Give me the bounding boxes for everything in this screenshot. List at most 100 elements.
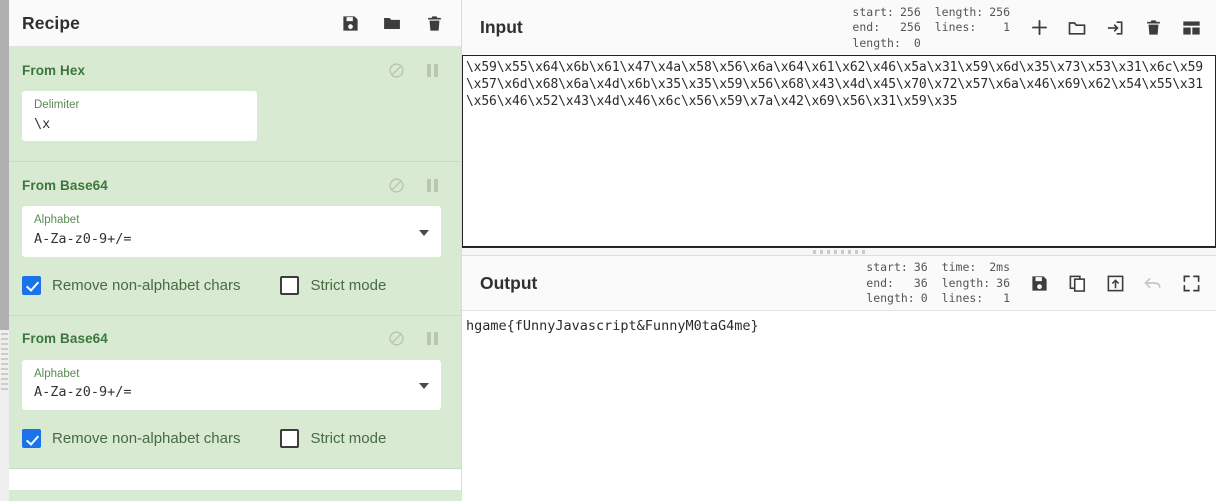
operation-title: From Base64 [22,331,108,347]
input-toolbar [1028,17,1202,39]
stat-key: length: [852,35,901,50]
stat-key: end: [852,20,881,35]
breakpoint-pause-icon[interactable] [423,61,441,79]
input-document-stats: length: 256 lines: 1 [935,5,1010,36]
input-editor-scroll[interactable]: \x59\x55\x64\x6b\x61\x47\x4a\x58\x56\x6a… [463,56,1215,246]
output-toolbar [1028,272,1202,294]
operation-title: From Base64 [22,177,108,193]
replace-input-icon[interactable] [1104,272,1126,294]
operation-controls [387,176,441,194]
operation-header: From Hex [22,61,441,79]
recipe-header: Recipe [0,0,461,47]
input-editor[interactable]: \x59\x55\x64\x6b\x61\x47\x4a\x58\x56\x6a… [462,55,1216,247]
stat-key: lines: [941,291,984,306]
stat-value: 256 [989,4,1010,19]
checkbox-strict-mode[interactable]: Strict mode [280,275,387,295]
operation-argument-alphabet[interactable]: Alphabet A-Za-z0-9+/= [22,359,441,411]
save-output-icon[interactable] [1028,272,1050,294]
stat-value: 256 [899,4,921,19]
stat-row: length: 0 [852,36,920,52]
open-folder-icon[interactable] [1066,17,1088,39]
checkbox-box[interactable] [280,429,300,449]
recipe-operation[interactable]: From Hex Delimiter \x [0,47,461,163]
operation-title: From Hex [22,62,86,78]
stat-value: 0 [920,291,928,306]
recipe-scrollbar-thumb[interactable] [0,0,9,330]
stat-value: 0 [913,35,921,50]
stat-row: end: 36 [866,276,927,292]
checkbox-label: Remove non-alphabet chars [52,276,241,294]
stat-key: length: [941,275,991,290]
input-text[interactable]: \x59\x55\x64\x6b\x61\x47\x4a\x58\x56\x6a… [463,56,1215,113]
load-recipe-icon[interactable] [381,12,403,34]
stat-value: 36 [913,260,928,275]
stat-row: lines: 1 [935,20,1010,36]
disable-operation-icon[interactable] [387,176,405,194]
operation-header: From Base64 [22,330,441,348]
output-document-stats: time: 2ms length: 36 lines: 1 [942,260,1010,307]
checkbox-label: Strict mode [310,430,387,448]
argument-label: Alphabet [34,214,80,227]
checkbox-remove-non-alphabet-chars[interactable]: Remove non-alphabet chars [22,275,241,295]
undo-icon[interactable] [1142,272,1164,294]
splitter-grip[interactable] [813,249,865,254]
chevron-down-icon[interactable] [419,229,429,236]
checkbox-box[interactable] [22,275,41,295]
stat-key: lines: [934,20,977,35]
stat-row: end: 256 [852,20,920,36]
breakpoint-pause-icon[interactable] [423,176,441,194]
input-status: start: 256 end: 256 length: 0 length: 25… [852,4,1010,52]
disable-operation-icon[interactable] [387,330,405,348]
disable-operation-icon[interactable] [387,61,405,79]
stat-row: time: 2ms [942,260,1010,276]
recipe-operation[interactable]: From Base64 Alphabet A-Za-z0-9+/= Remove… [0,162,461,316]
stat-value: 256 [899,20,921,35]
stat-key: length: [866,291,915,306]
checkbox-strict-mode[interactable]: Strict mode [280,429,387,449]
stat-value: 1 [1003,291,1010,306]
operation-argument-alphabet[interactable]: Alphabet A-Za-z0-9+/= [22,206,441,257]
copy-output-icon[interactable] [1066,272,1088,294]
stat-key: time: [941,260,977,275]
recipe-operation-list: From Hex Delimiter \x From Base64 Alphab… [0,47,461,501]
stat-value: 1 [1003,20,1010,35]
operation-argument-delimiter[interactable]: Delimiter \x [22,91,257,142]
operation-checkboxes: Remove non-alphabet chars Strict mode [22,275,441,295]
checkbox-remove-non-alphabet-chars[interactable]: Remove non-alphabet chars [22,429,241,449]
operation-checkboxes: Remove non-alphabet chars Strict mode [22,429,441,449]
breakpoint-pause-icon[interactable] [423,330,441,348]
output-selection-stats: start: 36 end: 36 length: 0 [866,260,927,307]
maximise-icon[interactable] [1180,272,1202,294]
chevron-down-icon[interactable] [419,383,429,390]
output-status: start: 36 end: 36 length: 0 time: 2ms le… [866,259,1010,307]
output-text[interactable]: hgame{fUnnyJavascript&FunnyM0taG4me} [462,311,1216,339]
io-panel: Input start: 256 end: 256 length: 0 leng… [462,0,1216,501]
argument-value[interactable]: A-Za-z0-9+/= [34,230,429,249]
argument-label: Alphabet [34,367,80,380]
output-editor[interactable]: hgame{fUnnyJavascript&FunnyM0taG4me} [462,310,1216,501]
recipe-toolbar [339,12,445,34]
checkbox-label: Strict mode [310,276,387,294]
checkbox-box[interactable] [22,429,41,449]
stat-row: start: 256 [852,5,920,21]
checkbox-label: Remove non-alphabet chars [52,430,241,448]
tab-layout-icon[interactable] [1180,17,1202,39]
argument-value[interactable]: \x [34,115,245,134]
add-input-icon[interactable] [1028,17,1050,39]
clear-recipe-icon[interactable] [423,12,445,34]
open-file-icon[interactable] [1104,17,1126,39]
output-title: Output [480,272,538,293]
save-recipe-icon[interactable] [339,12,361,34]
argument-value[interactable]: A-Za-z0-9+/= [34,383,429,402]
clear-io-icon[interactable] [1142,17,1164,39]
stat-value: 2ms [989,260,1010,275]
io-splitter[interactable] [462,247,1216,255]
input-header: Input start: 256 end: 256 length: 0 leng… [462,0,1216,55]
cyberchef-app: Recipe From Hex Delimiter \x From Base64… [0,0,1216,501]
stat-key: end: [866,275,894,290]
operation-controls [387,61,441,79]
checkbox-box[interactable] [280,275,300,295]
stat-key: start: [852,4,894,19]
output-header: Output start: 36 end: 36 length: 0 time:… [462,255,1216,310]
recipe-operation[interactable]: From Base64 Alphabet A-Za-z0-9+/= Remove… [0,315,461,470]
